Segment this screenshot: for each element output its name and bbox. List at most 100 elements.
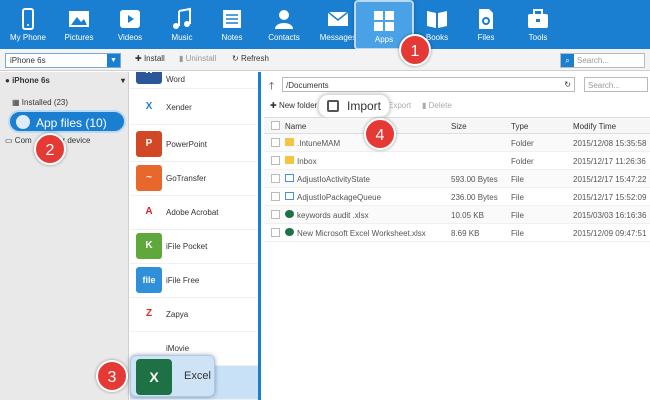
new-folder-button[interactable]: ✚ New folder: [270, 101, 317, 110]
acrobat-icon: A: [136, 199, 162, 225]
picture-icon: [69, 11, 89, 27]
callout-2: 2: [34, 133, 66, 165]
app-item-word[interactable]: W Word: [130, 72, 258, 89]
trash-icon: ▮: [422, 101, 427, 110]
messages-icon: [327, 11, 349, 26]
table-row[interactable]: .IntuneMAM Folder 2015/12/08 15:35:58: [264, 134, 650, 152]
nav-videos[interactable]: Videos: [104, 0, 156, 49]
app-list: W Word X Xender P PowerPoint ~ GoTransfe…: [130, 72, 261, 400]
pane-search-input[interactable]: Search...: [584, 77, 648, 92]
app-item-xender[interactable]: X Xender: [130, 91, 258, 125]
file-icon: [285, 174, 294, 182]
nav-files[interactable]: Files: [460, 0, 512, 49]
nav-notes[interactable]: Notes: [208, 0, 256, 49]
install-label: Install: [143, 54, 165, 63]
nav-tools[interactable]: Tools: [512, 0, 564, 49]
column-header-size[interactable]: Size: [451, 122, 467, 131]
contacts-icon: [275, 10, 293, 29]
toolbar: iPhone 6s ▼ ✚ Install ▮ Uninstall ↻ Refr…: [0, 49, 650, 71]
export-button[interactable]: Export: [388, 101, 411, 110]
cell-name: .IntuneMAM: [297, 139, 341, 148]
column-header-name[interactable]: Name: [285, 122, 306, 131]
table-row[interactable]: AdjustIoPackageQueue 236.00 Bytes File 2015…: [264, 188, 650, 206]
nav-label: Contacts: [268, 33, 300, 42]
app-item-ifile-pocket[interactable]: K iFile Pocket: [130, 230, 258, 264]
cell-size: 10.05 KB: [451, 211, 484, 220]
cell-size: 593.00 Bytes: [451, 175, 498, 184]
toolbar-search-placeholder: Search...: [577, 56, 610, 65]
toolbar-search-input[interactable]: ⌕ Search...: [560, 53, 645, 68]
sidebar-item-label: App files (10): [36, 116, 107, 130]
folder-icon: [285, 138, 294, 146]
plus-icon: ✚: [135, 54, 142, 63]
apps-icon: [374, 11, 394, 31]
app-item-ifile-free[interactable]: file iFile Free: [130, 264, 258, 298]
row-checkbox[interactable]: [271, 228, 280, 237]
cell-name: AdjustIoPackageQueue: [297, 193, 382, 202]
up-arrow-icon[interactable]: 🡑: [269, 79, 274, 96]
sidebar-item-app-files[interactable]: App files (10): [8, 110, 126, 133]
refresh-icon: ↻: [232, 54, 239, 63]
table-row[interactable]: New Microsoft Excel Worksheet.xlsx 8.69 K…: [264, 224, 650, 242]
nav-label: Tools: [528, 33, 548, 42]
search-icon: ⌕: [561, 54, 574, 67]
uninstall-button[interactable]: ▮ Uninstall: [179, 54, 216, 63]
xender-icon: X: [136, 94, 162, 120]
export-label: Export: [388, 101, 412, 110]
cell-type: Folder: [511, 157, 534, 166]
folder-icon: [285, 156, 294, 164]
app-item-gotransfer[interactable]: ~ GoTransfer: [130, 162, 258, 196]
cell-type: Folder: [511, 139, 534, 148]
chevron-down-icon: ▼: [107, 54, 120, 67]
app-name: iMovie: [166, 344, 190, 353]
app-name: PowerPoint: [166, 140, 207, 149]
app-name: Adobe Acrobat: [166, 208, 219, 217]
import-button[interactable]: Import: [318, 94, 390, 118]
row-checkbox[interactable]: [271, 174, 280, 183]
cell-size: 236.00 Bytes: [451, 193, 498, 202]
cell-time: 2015/03/03 16:16:36: [573, 211, 647, 220]
column-header-type[interactable]: Type: [511, 122, 528, 131]
refresh-label: Refresh: [240, 54, 269, 63]
cell-time: 2015/12/08 15:35:58: [573, 139, 647, 148]
path-input[interactable]: /Documents ↻: [282, 77, 575, 92]
app-item-zapya[interactable]: Z Zapya: [130, 298, 258, 332]
zapya-icon: Z: [136, 301, 162, 327]
table-row[interactable]: AdjustIoActivityState 593.00 Bytes File 201…: [264, 170, 650, 188]
row-checkbox[interactable]: [271, 192, 280, 201]
table-row[interactable]: Inbox Folder 2015/12/17 11:26:36: [264, 152, 650, 170]
refresh-icon[interactable]: ↻: [564, 80, 571, 89]
device-select[interactable]: iPhone 6s ▼: [5, 53, 121, 68]
excel-app-popup[interactable]: X Excel: [130, 355, 215, 397]
row-checkbox[interactable]: [271, 138, 280, 147]
nav-music[interactable]: Music: [156, 0, 208, 49]
nav-label: Videos: [117, 33, 143, 42]
column-header-time[interactable]: Modify Time: [573, 122, 616, 131]
app-item-powerpoint[interactable]: P PowerPoint: [130, 128, 258, 162]
row-checkbox[interactable]: [271, 210, 280, 219]
nav-contacts[interactable]: Contacts: [256, 0, 312, 49]
nav-pictures[interactable]: Pictures: [54, 0, 104, 49]
device-select-value: iPhone 6s: [10, 56, 46, 65]
table-row[interactable]: keywords audit .xlsx 10.05 KB File 2015/03/…: [264, 206, 650, 224]
nav-my-phone[interactable]: My Phone: [2, 0, 54, 49]
excel-name: Excel: [184, 370, 211, 382]
refresh-button[interactable]: ↻ Refresh: [232, 54, 269, 63]
select-all-checkbox[interactable]: [271, 121, 280, 130]
delete-label: Delete: [428, 101, 452, 110]
path-bar: 🡑 /Documents ↻ Search...: [264, 77, 650, 92]
sidebar-device-header[interactable]: ● iPhone 6s ▾: [0, 76, 129, 90]
new-folder-label: New folder: [278, 101, 318, 110]
install-button[interactable]: ✚ Install: [135, 54, 165, 63]
row-checkbox[interactable]: [271, 156, 280, 165]
callout-4: 4: [364, 118, 396, 150]
app-item-adobe-acrobat[interactable]: A Adobe Acrobat: [130, 196, 258, 230]
app-name: Word: [166, 75, 185, 84]
delete-button[interactable]: ▮ Delete: [422, 101, 452, 110]
trash-icon: ▮: [179, 54, 184, 63]
music-icon: [173, 7, 191, 29]
cell-time: 2015/12/17 11:26:36: [573, 157, 646, 166]
database-icon: [16, 115, 30, 129]
nav-label: My Phone: [9, 33, 47, 42]
cell-name: keywords audit .xlsx: [297, 211, 369, 220]
